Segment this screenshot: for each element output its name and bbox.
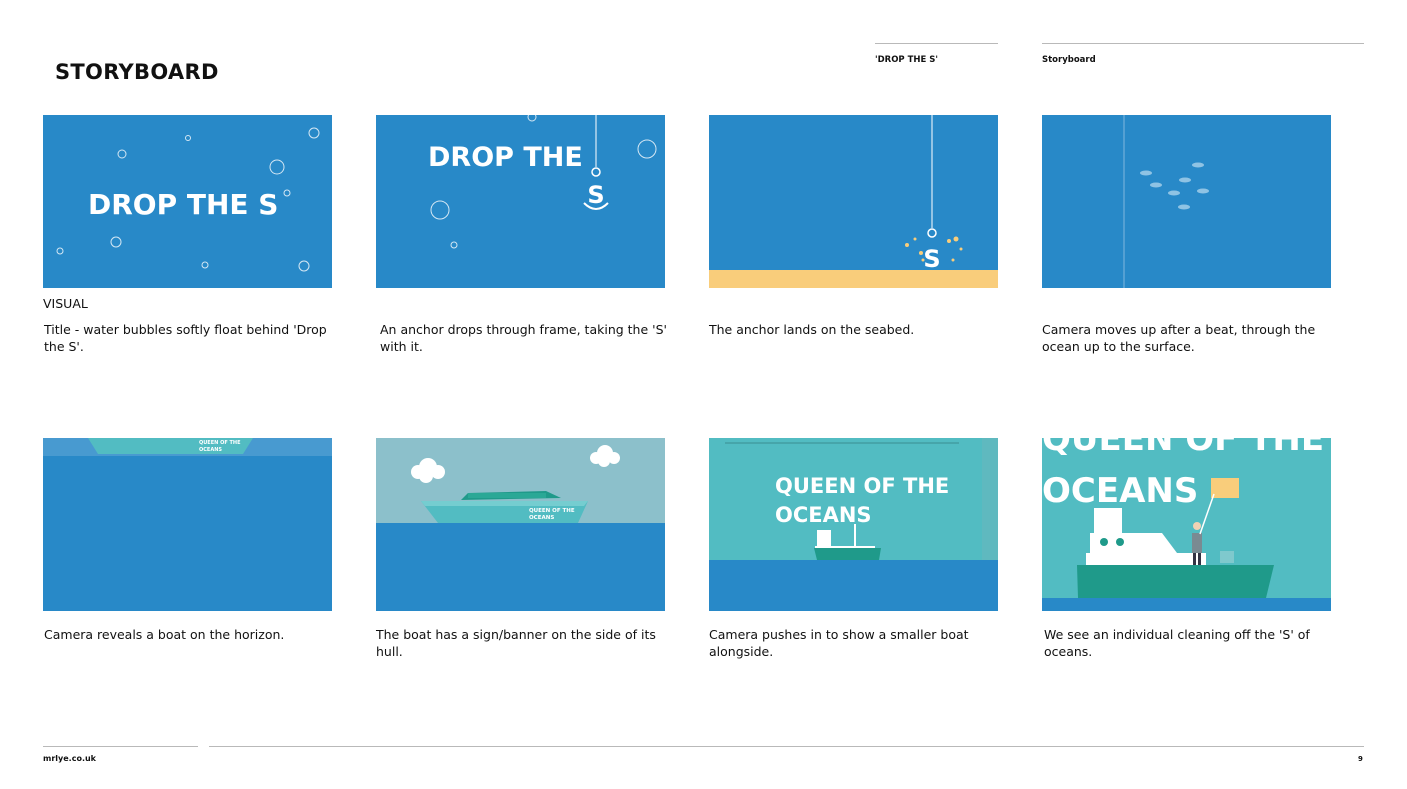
header-project-label: 'DROP THE S' (875, 55, 939, 65)
frame-2-title-text: DROP THE (428, 142, 583, 173)
frame-1-caption: Title - water bubbles softly float behin… (44, 322, 327, 354)
frame-1-art: DROP THE S (43, 115, 332, 288)
storyboard-frame-5: QUEEN OF THE OCEANS (43, 438, 332, 611)
header-divider-project (875, 43, 998, 44)
svg-text:OCEANS: OCEANS (1042, 471, 1198, 511)
svg-text:QUEEN OF THE: QUEEN OF THE (199, 440, 241, 446)
frame-4-caption: Camera moves up after a beat, through th… (1042, 322, 1316, 354)
frame-7-caption: Camera pushes in to show a smaller boat … (709, 627, 969, 659)
storyboard-frame-1: DROP THE S (43, 115, 332, 288)
svg-text:OCEANS: OCEANS (775, 503, 872, 527)
frame-2-caption: An anchor drops through frame, taking th… (380, 322, 667, 354)
frame-5-caption: Camera reveals a boat on the horizon. (44, 627, 285, 642)
header-section-label: Storyboard (1042, 55, 1096, 65)
seabed (709, 270, 998, 288)
frame-3-caption: The anchor lands on the seabed. (709, 322, 915, 337)
storyboard-frame-2: DROP THE S (376, 115, 665, 288)
frame-6-art: QUEEN OF THE OCEANS (376, 438, 665, 611)
cleaning-sponge (1211, 478, 1239, 498)
frame-7-art: QUEEN OF THE OCEANS (709, 438, 998, 611)
svg-text:OCEANS: OCEANS (199, 447, 222, 453)
frame-3-art: S (709, 115, 998, 288)
visual-label: VISUAL (43, 296, 88, 311)
storyboard-frame-7: QUEEN OF THE OCEANS (709, 438, 998, 611)
svg-text:QUEEN OF THE: QUEEN OF THE (1042, 438, 1324, 459)
frame-1-title-text: DROP THE S (88, 188, 278, 221)
frame-6-caption: The boat has a sign/banner on the side o… (376, 627, 656, 659)
storyboard-frame-4 (1042, 115, 1331, 288)
svg-text:QUEEN OF THE: QUEEN OF THE (529, 508, 575, 514)
page-number: 9 (1358, 755, 1363, 763)
footer-divider-right (209, 746, 1364, 747)
svg-text:OCEANS: OCEANS (529, 515, 554, 521)
page-title: STORYBOARD (55, 60, 219, 84)
storyboard-frame-8: QUEEN OF THE OCEANS (1042, 438, 1331, 611)
header-divider-section (1042, 43, 1364, 44)
frame-5-art: QUEEN OF THE OCEANS (43, 438, 332, 611)
svg-text:QUEEN OF THE: QUEEN OF THE (775, 474, 949, 498)
frame-4-art (1042, 115, 1331, 288)
frame-3-anchor-letter: S (923, 245, 940, 273)
storyboard-frame-3: S (709, 115, 998, 288)
frame-8-caption: We see an individual cleaning off the 'S… (1044, 627, 1310, 659)
frame-2-anchor-letter: S (587, 181, 604, 209)
storyboard-frame-6: QUEEN OF THE OCEANS (376, 438, 665, 611)
footer-divider-left (43, 746, 198, 747)
frame-2-art: DROP THE S (376, 115, 665, 288)
frame-8-art: QUEEN OF THE OCEANS (1042, 438, 1331, 611)
footer-website-link[interactable]: mrlye.co.uk (43, 754, 96, 763)
